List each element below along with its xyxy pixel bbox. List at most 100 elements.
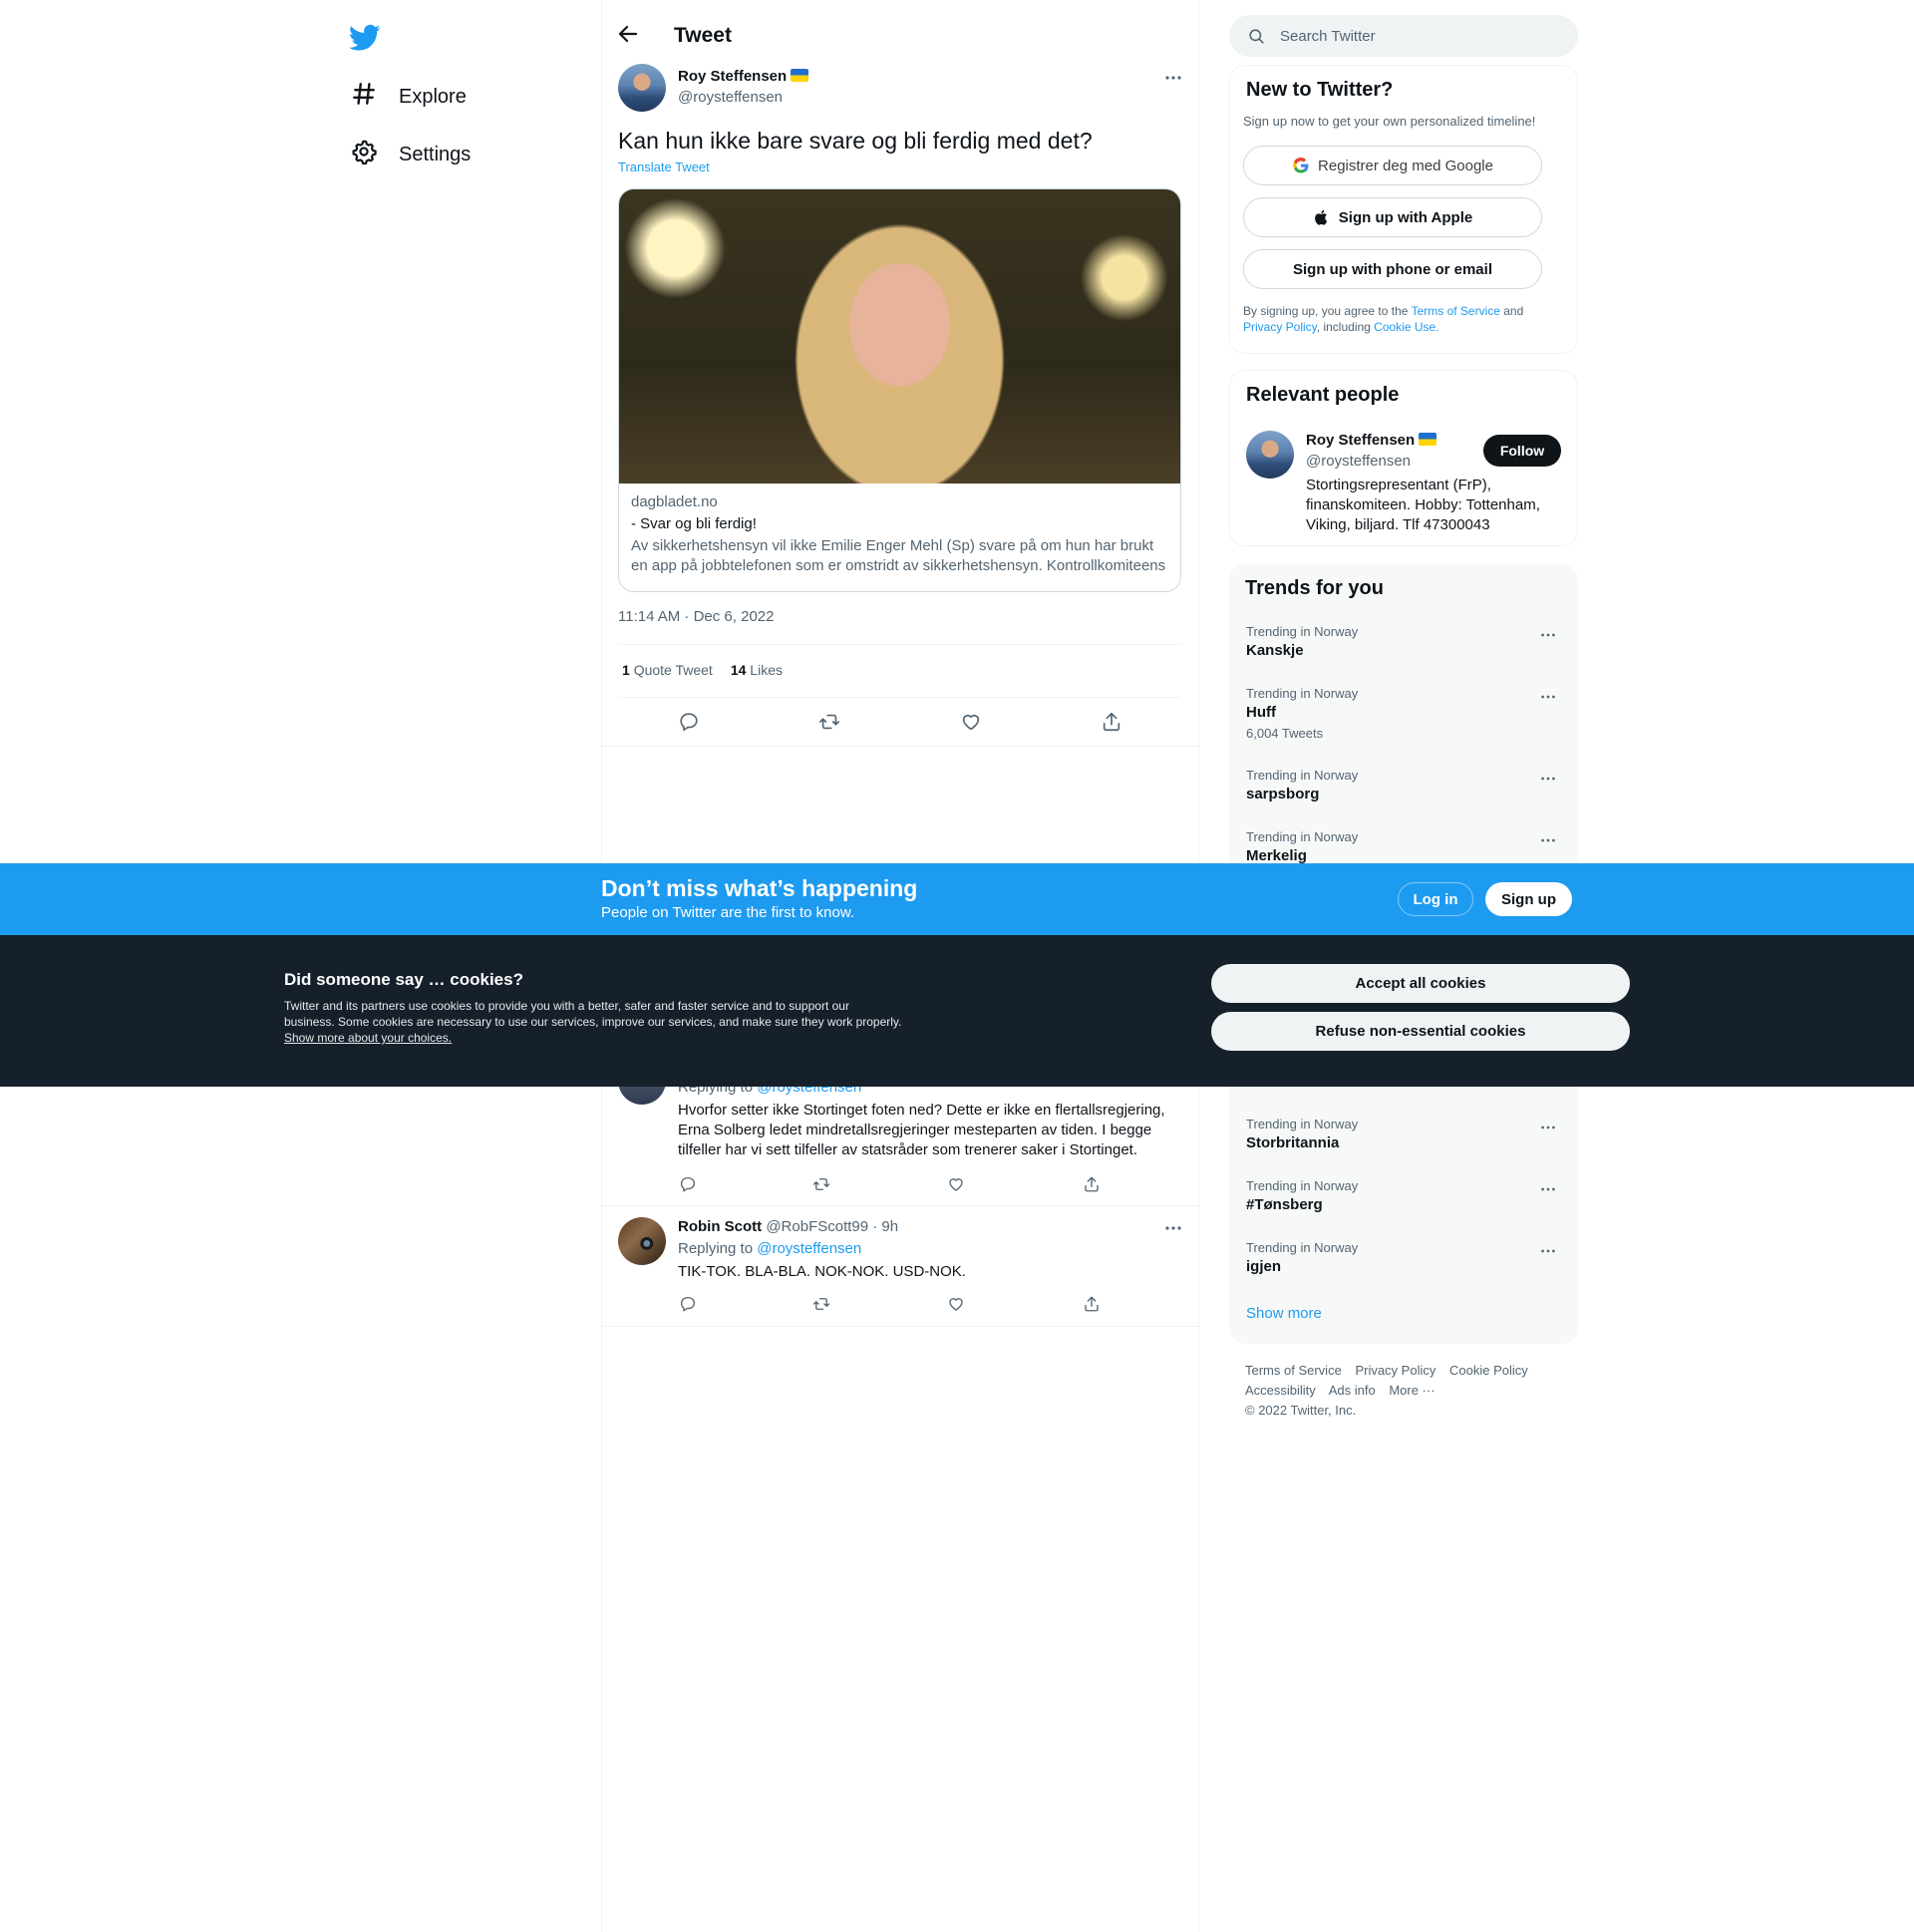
quote-tweets-stat[interactable]: 1 Quote Tweet <box>622 662 713 678</box>
cookie-choices-link[interactable]: Show more about your choices. <box>284 1031 452 1045</box>
nav-explore[interactable]: Explore <box>351 77 467 117</box>
google-signup-label: Registrer deg med Google <box>1318 157 1493 174</box>
retweet-icon[interactable] <box>812 1175 830 1193</box>
twitter-logo-icon[interactable] <box>349 22 381 54</box>
legal-text: and <box>1499 304 1524 318</box>
translate-tweet-link[interactable]: Translate Tweet <box>618 160 710 174</box>
like-heart-icon[interactable] <box>960 711 982 733</box>
replying-label: Replying to <box>678 1240 754 1257</box>
share-icon[interactable] <box>1083 1295 1101 1313</box>
like-heart-icon[interactable] <box>947 1295 965 1313</box>
like-heart-icon[interactable] <box>947 1175 965 1193</box>
link-card[interactable]: dagbladet.no - Svar og bli ferdig! Av si… <box>618 188 1181 592</box>
footer-link-cookie-policy[interactable]: Cookie Policy <box>1449 1363 1528 1378</box>
card-domain: dagbladet.no <box>631 493 718 510</box>
back-arrow-icon[interactable] <box>616 22 640 46</box>
show-more-link[interactable]: Show more <box>1246 1305 1322 1322</box>
google-icon <box>1292 157 1310 174</box>
google-signup-button[interactable]: Registrer deg med Google <box>1243 146 1542 185</box>
nav-explore-label: Explore <box>399 85 467 108</box>
login-button[interactable]: Log in <box>1398 882 1473 916</box>
relevant-handle[interactable]: @roysteffensen <box>1306 453 1411 470</box>
cookie-text-block: Twitter and its partners use cookies to … <box>284 998 902 1046</box>
ukraine-flag-icon <box>1419 433 1437 446</box>
trend-item[interactable]: Trending in Norway Storbritannia <box>1246 1117 1563 1151</box>
more-options-icon[interactable] <box>1539 1119 1557 1136</box>
trend-item[interactable]: Trending in Norway #Tønsberg <box>1246 1178 1563 1213</box>
card-description: Av sikkerhetshensyn vil ikke Emilie Enge… <box>631 537 1166 574</box>
avatar[interactable] <box>1246 431 1294 479</box>
nav-settings[interactable]: Settings <box>351 135 471 174</box>
relevant-bio: Stortingsrepresentant (FrP), finanskomit… <box>1306 477 1540 533</box>
card-image <box>619 189 1180 483</box>
search-icon <box>1247 27 1266 46</box>
reply-icon[interactable] <box>679 1295 697 1313</box>
more-options-icon[interactable] <box>1539 626 1557 644</box>
reply-icon[interactable] <box>678 711 700 733</box>
likes-stat[interactable]: 14 Likes <box>731 662 783 678</box>
tweet-author[interactable]: Roy Steffensen <box>678 68 809 86</box>
phone-signup-label: Sign up with phone or email <box>1292 260 1492 278</box>
reply-text: TIK-TOK. BLA-BLA. NOK-NOK. USD-NOK. <box>678 1263 966 1280</box>
relevant-person[interactable]: Roy Steffensen <box>1306 432 1437 450</box>
trend-context: Trending in Norway <box>1246 1240 1359 1255</box>
trend-item[interactable]: Trending in Norway Huff 6,004 Tweets <box>1246 686 1563 741</box>
reply-author-name[interactable]: Robin Scott <box>678 1218 762 1235</box>
tweet-timestamp[interactable]: 11:14 AM · Dec 6, 2022 <box>618 608 774 625</box>
cookie-use-link[interactable]: Cookie Use. <box>1374 320 1438 334</box>
more-options-icon[interactable] <box>1539 831 1557 849</box>
gear-icon <box>351 139 377 170</box>
reply-author-meta[interactable]: @RobFScott99 · 9h <box>766 1218 898 1235</box>
trend-item[interactable]: Trending in Norway Kanskje <box>1246 624 1563 659</box>
ukraine-flag-icon <box>791 69 809 82</box>
refuse-cookies-button[interactable]: Refuse non-essential cookies <box>1211 1012 1630 1051</box>
signup-panel: New to Twitter? Sign up now to get your … <box>1229 65 1578 354</box>
relevant-name[interactable]: Roy Steffensen <box>1306 432 1415 449</box>
trend-name: sarpsborg <box>1246 786 1320 803</box>
retweet-icon[interactable] <box>818 711 840 733</box>
retweet-icon[interactable] <box>812 1295 830 1313</box>
trend-name: Kanskje <box>1246 642 1304 659</box>
footer-link-accessibility[interactable]: Accessibility <box>1245 1383 1316 1398</box>
apple-signup-button[interactable]: Sign up with Apple <box>1243 197 1542 237</box>
copyright: © 2022 Twitter, Inc. <box>1245 1403 1357 1418</box>
trend-item[interactable]: Trending in Norway igjen <box>1246 1240 1563 1275</box>
author-handle[interactable]: @roysteffensen <box>678 89 783 106</box>
apple-signup-label: Sign up with Apple <box>1338 208 1473 226</box>
trend-context: Trending in Norway <box>1246 829 1359 844</box>
search-input[interactable] <box>1278 26 1551 46</box>
accept-cookies-button[interactable]: Accept all cookies <box>1211 964 1630 1003</box>
more-options-icon[interactable] <box>1539 770 1557 788</box>
more-options-icon[interactable] <box>1539 1180 1557 1198</box>
trend-item[interactable]: Trending in Norway sarpsborg <box>1246 768 1563 803</box>
footer-link-privacy[interactable]: Privacy Policy <box>1355 1363 1436 1378</box>
signup-subtitle: Sign up now to get your own personalized… <box>1243 114 1536 129</box>
divider <box>602 1326 1198 1327</box>
phone-email-signup-button[interactable]: Sign up with phone or email <box>1243 249 1542 289</box>
footer-link-ads-info[interactable]: Ads info <box>1329 1383 1376 1398</box>
avatar[interactable] <box>618 64 666 112</box>
sidebar-footer: Terms of Service Privacy Policy Cookie P… <box>1245 1361 1564 1421</box>
footer-link-terms[interactable]: Terms of Service <box>1245 1363 1342 1378</box>
more-options-icon[interactable] <box>1539 688 1557 706</box>
cookie-title: Did someone say … cookies? <box>284 970 523 989</box>
signup-legal: By signing up, you agree to the Terms of… <box>1243 303 1562 335</box>
more-options-icon[interactable] <box>1163 68 1183 88</box>
author-name[interactable]: Roy Steffensen <box>678 68 787 85</box>
nav-settings-label: Settings <box>399 143 472 165</box>
trend-item[interactable]: Trending in Norway Merkelig <box>1246 829 1563 864</box>
privacy-link[interactable]: Privacy Policy <box>1243 320 1317 334</box>
replying-to-link[interactable]: @roysteffensen <box>757 1240 861 1257</box>
avatar[interactable] <box>618 1217 666 1265</box>
reply-icon[interactable] <box>679 1175 697 1193</box>
share-icon[interactable] <box>1101 711 1122 733</box>
search-box[interactable] <box>1229 15 1578 57</box>
terms-link[interactable]: Terms of Service <box>1412 304 1500 318</box>
follow-button[interactable]: Follow <box>1483 435 1561 467</box>
trends-title: Trends for you <box>1245 577 1384 599</box>
more-options-icon[interactable] <box>1163 1218 1183 1238</box>
share-icon[interactable] <box>1083 1175 1101 1193</box>
footer-link-more[interactable]: More ··· <box>1389 1383 1435 1398</box>
more-options-icon[interactable] <box>1539 1242 1557 1260</box>
signup-button[interactable]: Sign up <box>1485 882 1572 916</box>
